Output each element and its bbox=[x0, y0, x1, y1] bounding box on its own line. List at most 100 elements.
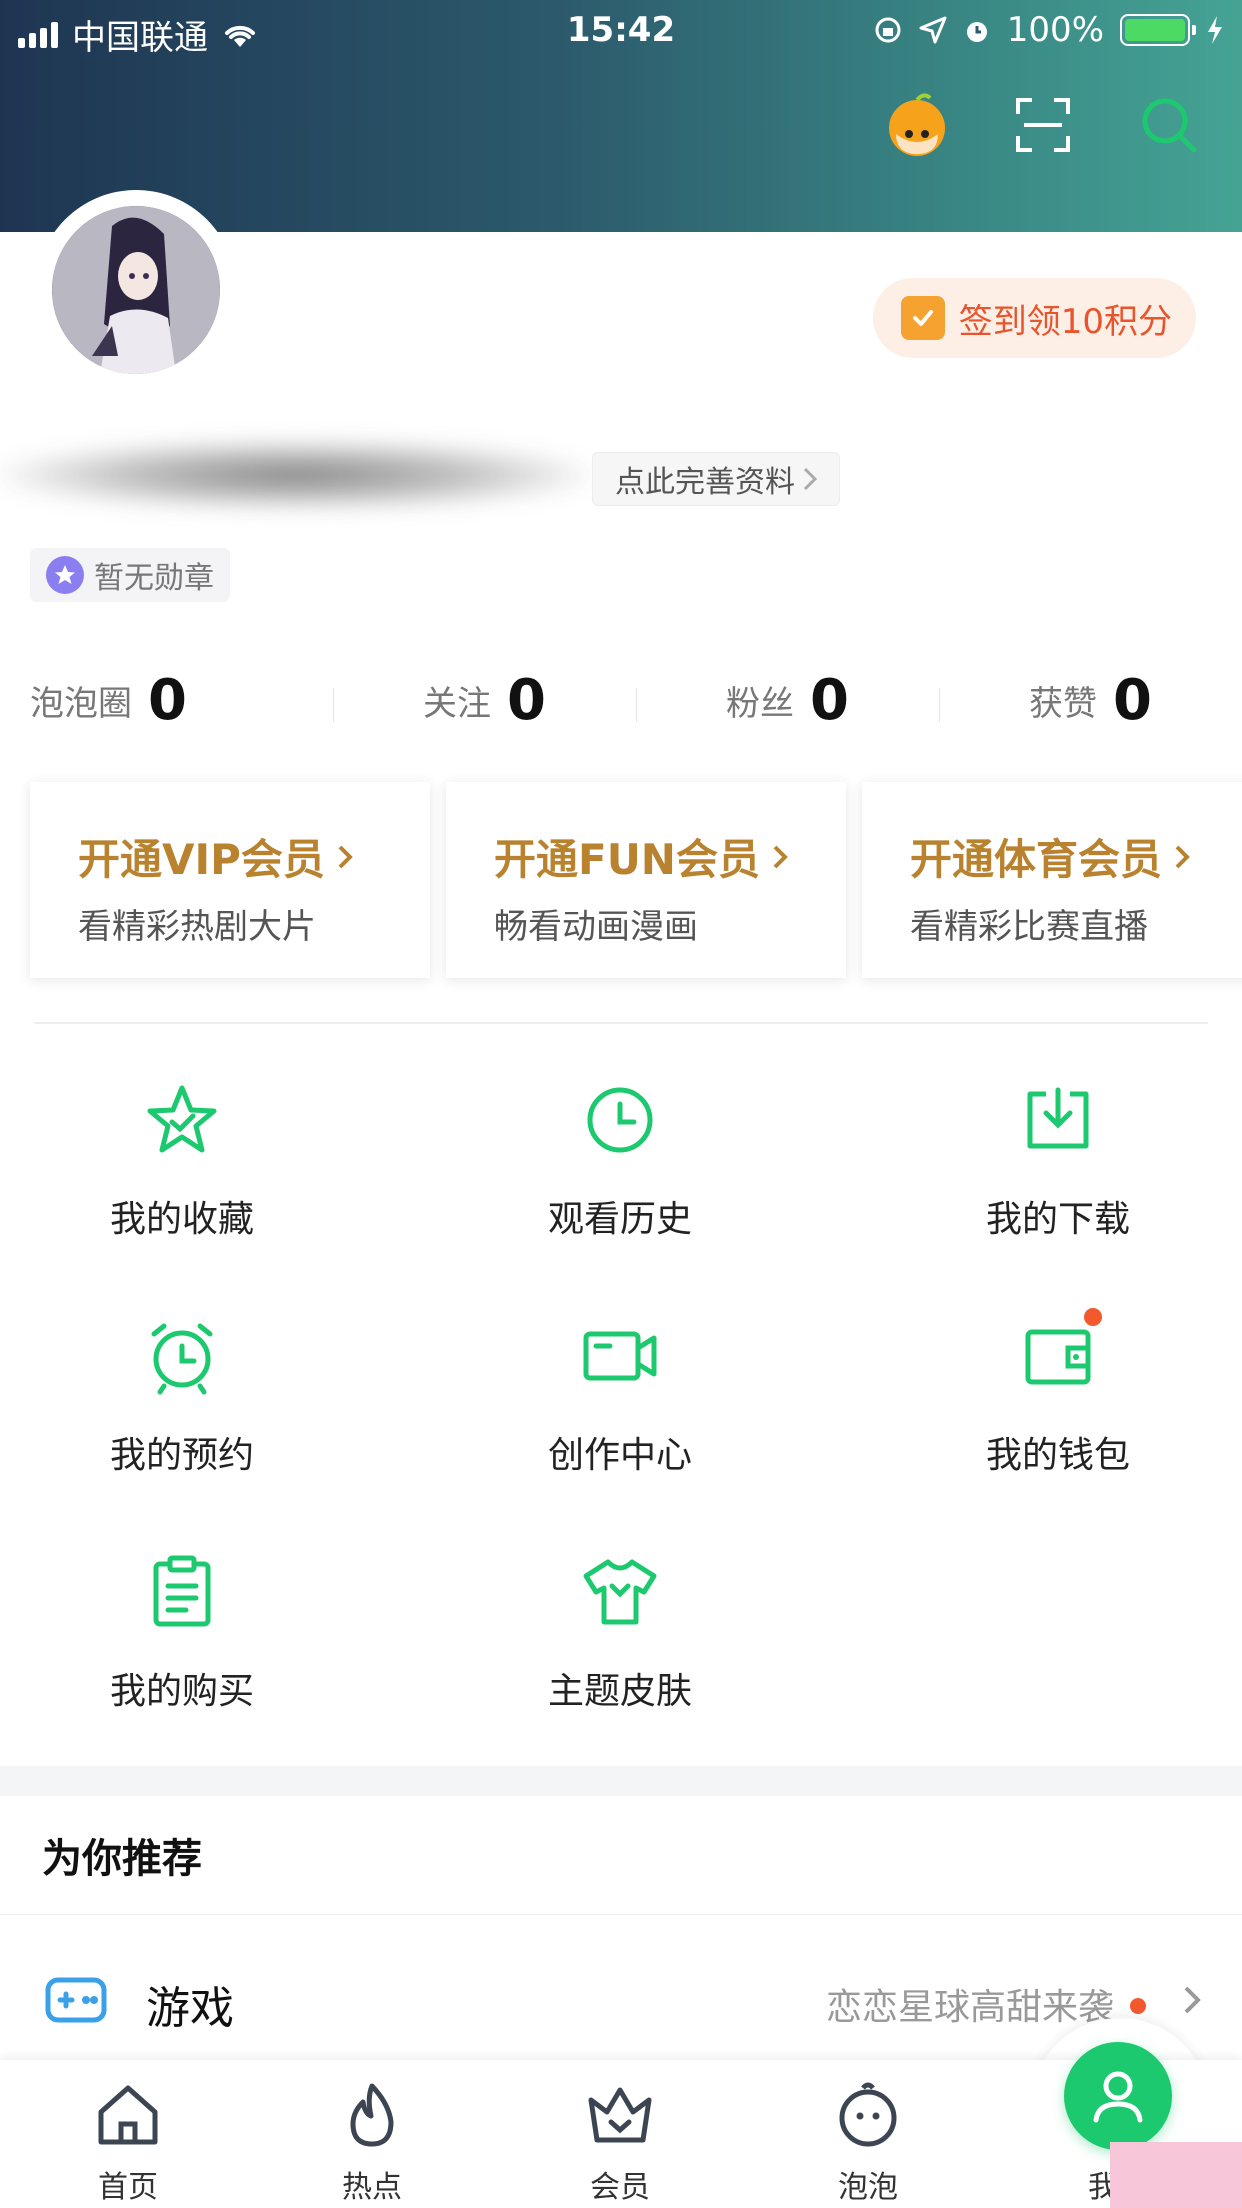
vip-card-subtitle: 看精彩比赛直播 bbox=[910, 907, 1148, 947]
medal-star-icon bbox=[46, 556, 84, 594]
stat-label: 粉丝 bbox=[726, 683, 795, 724]
grid-item-themes[interactable]: 主题皮肤 bbox=[470, 1552, 770, 1752]
complete-profile-button[interactable]: 点此完善资料 bbox=[592, 452, 840, 506]
grid-item-label: 我的下载 bbox=[985, 1199, 1130, 1240]
grid-item-label: 我的预约 bbox=[109, 1435, 254, 1476]
home-icon bbox=[98, 2085, 158, 2145]
stat-following[interactable]: 关注 0 bbox=[333, 660, 636, 740]
grid-item-label: 我的收藏 bbox=[109, 1199, 254, 1240]
stat-value: 0 bbox=[1113, 667, 1152, 733]
grid-item-reservations[interactable]: 我的预约 bbox=[32, 1316, 332, 1516]
wallet-icon-wrap bbox=[1018, 1308, 1102, 1396]
grid-item-favorites[interactable]: 我的收藏 bbox=[32, 1080, 332, 1280]
game-label: 游戏 bbox=[146, 1983, 234, 2034]
vip-card-title: 开通FUN会员 bbox=[494, 826, 846, 887]
grid-item-history[interactable]: 观看历史 bbox=[470, 1080, 770, 1280]
chevron-right-icon bbox=[1184, 1986, 1201, 2014]
grid-item-creator-center[interactable]: 创作中心 bbox=[470, 1316, 770, 1516]
star-icon bbox=[147, 1085, 217, 1153]
stat-value: 0 bbox=[810, 667, 849, 733]
wallet-icon bbox=[1025, 1329, 1091, 1385]
stats-row: 泡泡圈 0 关注 0 粉丝 0 获赞 0 bbox=[0, 660, 1242, 740]
charging-icon bbox=[1208, 16, 1222, 44]
tab-label: 泡泡 bbox=[838, 2170, 898, 2205]
stat-label: 关注 bbox=[423, 683, 492, 724]
tab-vip[interactable]: 会员 bbox=[540, 2080, 700, 2206]
chevron-right-icon bbox=[803, 467, 817, 491]
vip-card-title: 开通体育会员 bbox=[910, 826, 1242, 887]
vip-card[interactable]: 开通VIP会员 看精彩热剧大片 bbox=[30, 782, 430, 978]
scan-button[interactable] bbox=[1010, 92, 1076, 158]
battery-icon bbox=[1120, 14, 1196, 46]
overlay-corner bbox=[1110, 2142, 1242, 2208]
divider bbox=[0, 1914, 1242, 1915]
grid-item-wallet[interactable]: 我的钱包 bbox=[908, 1308, 1208, 1516]
tab-me-button[interactable] bbox=[1064, 2042, 1172, 2150]
gamepad-icon bbox=[45, 1977, 107, 2023]
profile-page: 中国联通 15:42 100% 签到领10积分 点此完善资料 暂无勋章 泡泡圈 … bbox=[0, 0, 1242, 2208]
medal-badge[interactable]: 暂无勋章 bbox=[30, 548, 230, 602]
crown-icon bbox=[588, 2087, 652, 2143]
vip-card-subtitle: 看精彩热剧大片 bbox=[78, 907, 316, 947]
recommend-game-row[interactable]: 游戏 恋恋星球高甜来袭 bbox=[0, 1950, 1242, 2050]
tab-label: 热点 bbox=[342, 2170, 402, 2205]
tab-label: 首页 bbox=[98, 2170, 158, 2205]
complete-profile-label: 点此完善资料 bbox=[615, 465, 795, 500]
mascot-icon bbox=[889, 93, 945, 156]
scan-icon bbox=[1016, 98, 1070, 152]
vip-card-title: 开通VIP会员 bbox=[78, 826, 430, 887]
section-separator bbox=[0, 1766, 1242, 1796]
vip-card-title-text: 开通FUN会员 bbox=[494, 835, 760, 884]
location-icon bbox=[919, 16, 947, 44]
avatar-character-icon bbox=[52, 206, 220, 374]
medal-label: 暂无勋章 bbox=[94, 561, 214, 596]
chevron-right-icon bbox=[338, 845, 353, 868]
recommend-title: 为你推荐 bbox=[42, 1836, 202, 1882]
sports-card[interactable]: 开通体育会员 看精彩比赛直播 bbox=[862, 782, 1242, 978]
stat-likes[interactable]: 获赞 0 bbox=[939, 660, 1242, 740]
membership-cards: 开通VIP会员 看精彩热剧大片 开通FUN会员 畅看动画漫画 开通体育会员 看精… bbox=[30, 782, 1242, 978]
tab-bubble[interactable]: 泡泡 bbox=[788, 2080, 948, 2206]
notification-dot bbox=[1130, 1998, 1146, 2014]
grid-item-label: 我的钱包 bbox=[985, 1435, 1130, 1476]
status-right: 100% bbox=[873, 10, 1224, 50]
grid-item-purchases[interactable]: 我的购买 bbox=[32, 1552, 332, 1752]
tab-label: 会员 bbox=[590, 2170, 650, 2205]
grid-item-label: 观看历史 bbox=[547, 1199, 692, 1240]
download-icon bbox=[1027, 1087, 1089, 1149]
grid-item-label: 主题皮肤 bbox=[547, 1671, 692, 1712]
search-icon bbox=[1142, 98, 1197, 153]
video-camera-icon bbox=[583, 1331, 657, 1381]
divider bbox=[34, 1022, 1208, 1024]
stat-fans[interactable]: 粉丝 0 bbox=[636, 660, 939, 740]
tab-home[interactable]: 首页 bbox=[48, 2080, 208, 2206]
header-actions bbox=[884, 92, 1202, 158]
stat-value: 0 bbox=[507, 667, 546, 733]
stat-value: 0 bbox=[148, 667, 187, 733]
clock-icon bbox=[587, 1087, 653, 1153]
tshirt-icon bbox=[583, 1559, 657, 1625]
alarm-icon bbox=[966, 22, 987, 42]
grid-item-downloads[interactable]: 我的下载 bbox=[908, 1080, 1208, 1280]
grid-item-label: 我的购买 bbox=[109, 1671, 254, 1712]
tab-hot[interactable]: 热点 bbox=[292, 2080, 452, 2206]
game-promo-text: 恋恋星球高甜来袭 bbox=[825, 1987, 1114, 2028]
vip-card-title-text: 开通VIP会员 bbox=[78, 835, 325, 884]
notification-dot bbox=[1084, 1308, 1102, 1326]
checkin-button[interactable]: 签到领10积分 bbox=[872, 278, 1196, 358]
status-bar: 中国联通 15:42 100% bbox=[0, 0, 1242, 62]
flame-icon bbox=[350, 2083, 394, 2147]
bubble-face-icon bbox=[839, 2082, 897, 2147]
search-button[interactable] bbox=[1136, 92, 1202, 158]
mascot-button[interactable] bbox=[884, 92, 950, 158]
stat-bubble-circle[interactable]: 泡泡圈 0 bbox=[0, 660, 333, 740]
clipboard-icon bbox=[153, 1555, 211, 1627]
stat-label: 泡泡圈 bbox=[30, 683, 132, 724]
fun-card[interactable]: 开通FUN会员 畅看动画漫画 bbox=[446, 782, 846, 978]
vip-card-title-text: 开通体育会员 bbox=[910, 835, 1163, 884]
avatar-frame[interactable] bbox=[36, 190, 236, 390]
user-icon bbox=[1093, 2071, 1143, 2123]
orientation-lock-icon bbox=[875, 17, 901, 43]
battery-percent: 100% bbox=[1006, 10, 1104, 50]
avatar bbox=[52, 206, 220, 374]
